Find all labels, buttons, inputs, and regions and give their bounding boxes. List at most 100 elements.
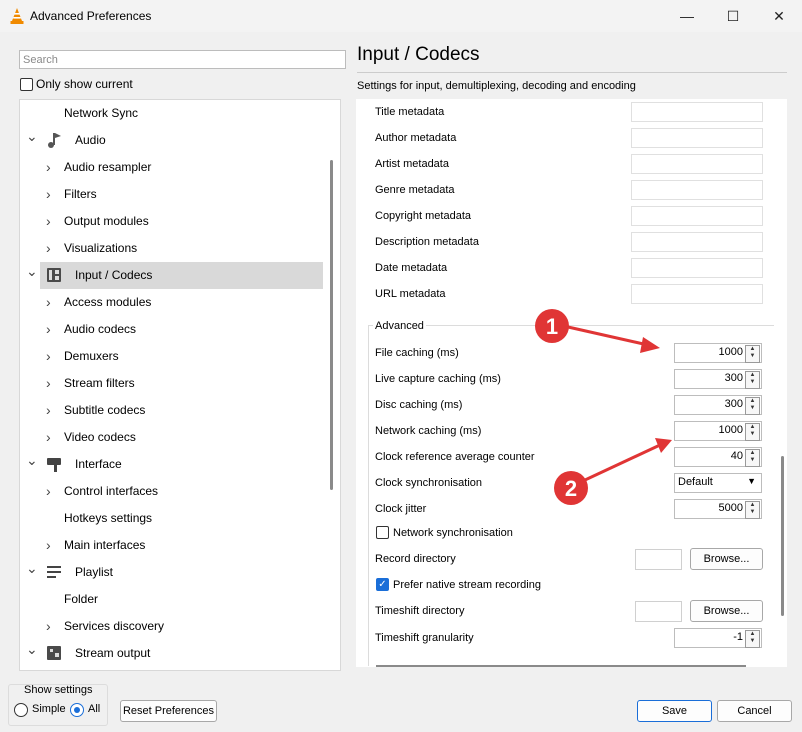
tree-item-label: Subtitle codecs [64,403,146,417]
chevron-down-icon[interactable]: ⌄ [26,636,38,663]
chevron-down-icon[interactable]: ⌄ [26,447,38,474]
chevron-right-icon[interactable]: › [46,208,51,235]
disc-caching-spinbox[interactable]: 300 ▲ ▼ [674,395,762,415]
title-metadata-field[interactable] [631,102,763,122]
save-button[interactable]: Save [637,700,712,722]
file-caching-spinbox[interactable]: 1000 ▲ ▼ [674,343,762,363]
chevron-right-icon[interactable]: › [46,478,51,505]
date-metadata-field[interactable] [631,258,763,278]
tree-item-input-codecs[interactable]: ⌄ Input / Codecs [26,262,323,289]
timeshift-directory-field[interactable] [635,601,682,622]
tree-item-label: Audio resampler [64,160,152,174]
dropdown-arrow-icon: ▼ [747,476,756,486]
spin-arrows-icon[interactable]: ▲ ▼ [745,345,760,363]
chevron-down-icon[interactable]: ⌄ [26,258,38,285]
chevron-right-icon[interactable]: › [46,532,51,559]
timeshift-granularity-spinbox[interactable]: -1 ▲ ▼ [674,628,762,648]
tree-item-stream-output[interactable]: ⌄ Stream output [20,640,325,667]
chevron-right-icon[interactable]: › [46,370,51,397]
page-title: Input / Codecs [357,44,480,65]
search-input[interactable] [19,50,346,69]
heading-divider [357,72,787,73]
tree-item-access-modules[interactable]: › Access modules [20,289,325,316]
maximize-button[interactable]: ☐ [710,0,756,32]
record-browse-button[interactable]: Browse... [690,548,763,570]
settings-horizontal-scrollbar[interactable] [376,665,746,667]
chevron-down-icon[interactable]: ⌄ [26,555,38,582]
chevron-right-icon[interactable]: › [46,613,51,640]
record-directory-field[interactable] [635,549,682,570]
tree-item-audio[interactable]: ⌄ Audio [20,127,325,154]
chevron-right-icon[interactable]: › [46,397,51,424]
chevron-right-icon[interactable]: › [46,424,51,451]
all-radio[interactable] [70,703,84,717]
network-caching-spinbox[interactable]: 1000 ▲ ▼ [674,421,762,441]
tree-item-stream-filters[interactable]: › Stream filters [20,370,325,397]
spin-arrows-icon[interactable]: ▲ ▼ [745,371,760,389]
cancel-button[interactable]: Cancel [717,700,792,722]
settings-scroll-area[interactable]: Title metadata Author metadata Artist meta… [356,99,787,667]
chevron-right-icon[interactable]: › [46,316,51,343]
live-capture-caching-spinbox[interactable]: 300 ▲ ▼ [674,369,762,389]
chevron-right-icon[interactable]: › [46,289,51,316]
network-sync-checkbox[interactable] [376,526,389,539]
tree-item-label: Demuxers [64,349,119,363]
tree-item-audio-codecs[interactable]: › Audio codecs [20,316,325,343]
interface-icon [46,455,64,473]
tree-item-folder[interactable]: Folder [20,586,325,613]
tree-item-subtitle-codecs[interactable]: › Subtitle codecs [20,397,325,424]
spin-arrows-icon[interactable]: ▲ ▼ [745,630,760,648]
category-tree[interactable]: Network Sync ⌄ Audio › Audio resampler › Filte… [19,99,341,671]
prefer-native-checkbox[interactable]: ✓ [376,578,389,591]
clock-reference-spinbox[interactable]: 40 ▲ ▼ [674,447,762,467]
tree-item-audio-resampler[interactable]: › Audio resampler [20,154,325,181]
spin-arrows-icon[interactable]: ▲ ▼ [745,423,760,441]
spin-arrows-icon[interactable]: ▲ ▼ [745,501,760,519]
reset-preferences-button[interactable]: Reset Preferences [120,700,217,722]
audio-icon [46,131,64,149]
tree-item-hotkeys-settings[interactable]: Hotkeys settings [20,505,325,532]
artist-metadata-label: Artist metadata [375,158,449,170]
tree-item-visualizations[interactable]: › Visualizations [20,235,325,262]
tree-item-label: Visualizations [64,241,138,255]
tree-item-main-interfaces[interactable]: › Main interfaces [20,532,325,559]
spin-arrows-icon[interactable]: ▲ ▼ [745,397,760,415]
tree-item-network-sync[interactable]: Network Sync [20,100,325,127]
tree-item-playlist[interactable]: ⌄ Playlist [20,559,325,586]
tree-item-output-modules[interactable]: › Output modules [20,208,325,235]
tree-item-control-interfaces[interactable]: › Control interfaces [20,478,325,505]
clock-jitter-spinbox[interactable]: 5000 ▲ ▼ [674,499,762,519]
minimize-button[interactable]: — [664,0,710,32]
tree-item-label: Filters [64,187,97,201]
settings-vertical-scrollbar[interactable] [781,456,784,616]
clock-sync-dropdown[interactable]: Default ▼ [674,473,762,493]
title-bar: Advanced Preferences — ☐ ✕ [0,0,802,32]
copyright-metadata-field[interactable] [631,206,763,226]
only-show-current-checkbox[interactable] [20,78,33,91]
chevron-right-icon[interactable]: › [46,235,51,262]
tree-item-demuxers[interactable]: › Demuxers [20,343,325,370]
tree-item-filters[interactable]: › Filters [20,181,325,208]
description-metadata-field[interactable] [631,232,763,252]
artist-metadata-field[interactable] [631,154,763,174]
vlc-cone-icon [10,8,24,24]
chevron-down-icon[interactable]: ⌄ [26,123,38,150]
chevron-right-icon[interactable]: › [46,154,51,181]
chevron-right-icon[interactable]: › [46,181,51,208]
tree-item-interface[interactable]: ⌄ Interface [20,451,325,478]
genre-metadata-field[interactable] [631,180,763,200]
timeshift-browse-button[interactable]: Browse... [690,600,763,622]
author-metadata-field[interactable] [631,128,763,148]
tree-item-video-codecs[interactable]: › Video codecs [20,424,325,451]
file-caching-label: File caching (ms) [375,347,459,359]
close-button[interactable]: ✕ [756,0,802,32]
tree-item-services-discovery[interactable]: › Services discovery [20,613,325,640]
tree-item-label: Output modules [64,214,149,228]
chevron-right-icon[interactable]: › [46,343,51,370]
clock-sync-label: Clock synchronisation [375,477,482,489]
spin-arrows-icon[interactable]: ▲ ▼ [745,449,760,467]
simple-radio[interactable] [14,703,28,717]
stream-output-icon [46,644,64,662]
url-metadata-field[interactable] [631,284,763,304]
tree-scrollbar[interactable] [330,160,333,490]
